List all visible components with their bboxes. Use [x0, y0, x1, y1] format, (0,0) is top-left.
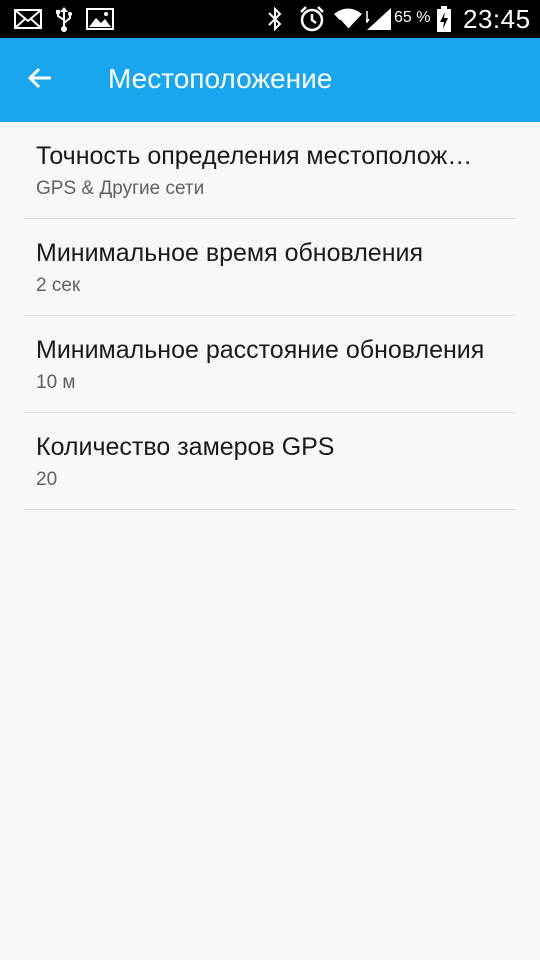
- battery-percent: 65 %: [394, 9, 431, 26]
- alarm-icon: [298, 0, 326, 38]
- settings-list: Точность определения местоположения GPS …: [0, 122, 540, 510]
- battery-charging-icon: [436, 0, 452, 38]
- mail-icon: [14, 0, 42, 38]
- setting-gps-samples[interactable]: Количество замеров GPS 20: [24, 413, 516, 510]
- status-bar: 65 % 23:45: [0, 0, 540, 38]
- setting-title: Минимальное расстояние обновления: [36, 336, 485, 364]
- arrow-left-icon: [27, 67, 53, 94]
- setting-summary: GPS & Другие сети: [36, 178, 205, 199]
- wifi-icon: [334, 0, 362, 38]
- bluetooth-icon: [266, 0, 284, 38]
- usb-icon: [54, 0, 74, 38]
- status-clock: 23:45: [463, 4, 531, 34]
- setting-summary: 20: [36, 469, 58, 490]
- app-bar: Местоположение: [0, 38, 540, 122]
- setting-location-accuracy[interactable]: Точность определения местоположения GPS …: [24, 122, 516, 219]
- setting-summary: 2 сек: [36, 275, 81, 296]
- setting-min-update-distance[interactable]: Минимальное расстояние обновления 10 м: [24, 316, 516, 413]
- back-button[interactable]: [14, 56, 66, 104]
- setting-title: Минимальное время обновления: [36, 239, 424, 267]
- image-icon: [86, 0, 114, 38]
- setting-summary: 10 м: [36, 372, 76, 393]
- setting-title: Количество замеров GPS: [36, 433, 335, 461]
- setting-min-update-time[interactable]: Минимальное время обновления 2 сек: [24, 219, 516, 316]
- signal-icon: [366, 0, 392, 38]
- page-title: Местоположение: [108, 63, 333, 94]
- setting-title: Точность определения местоположения: [36, 142, 486, 170]
